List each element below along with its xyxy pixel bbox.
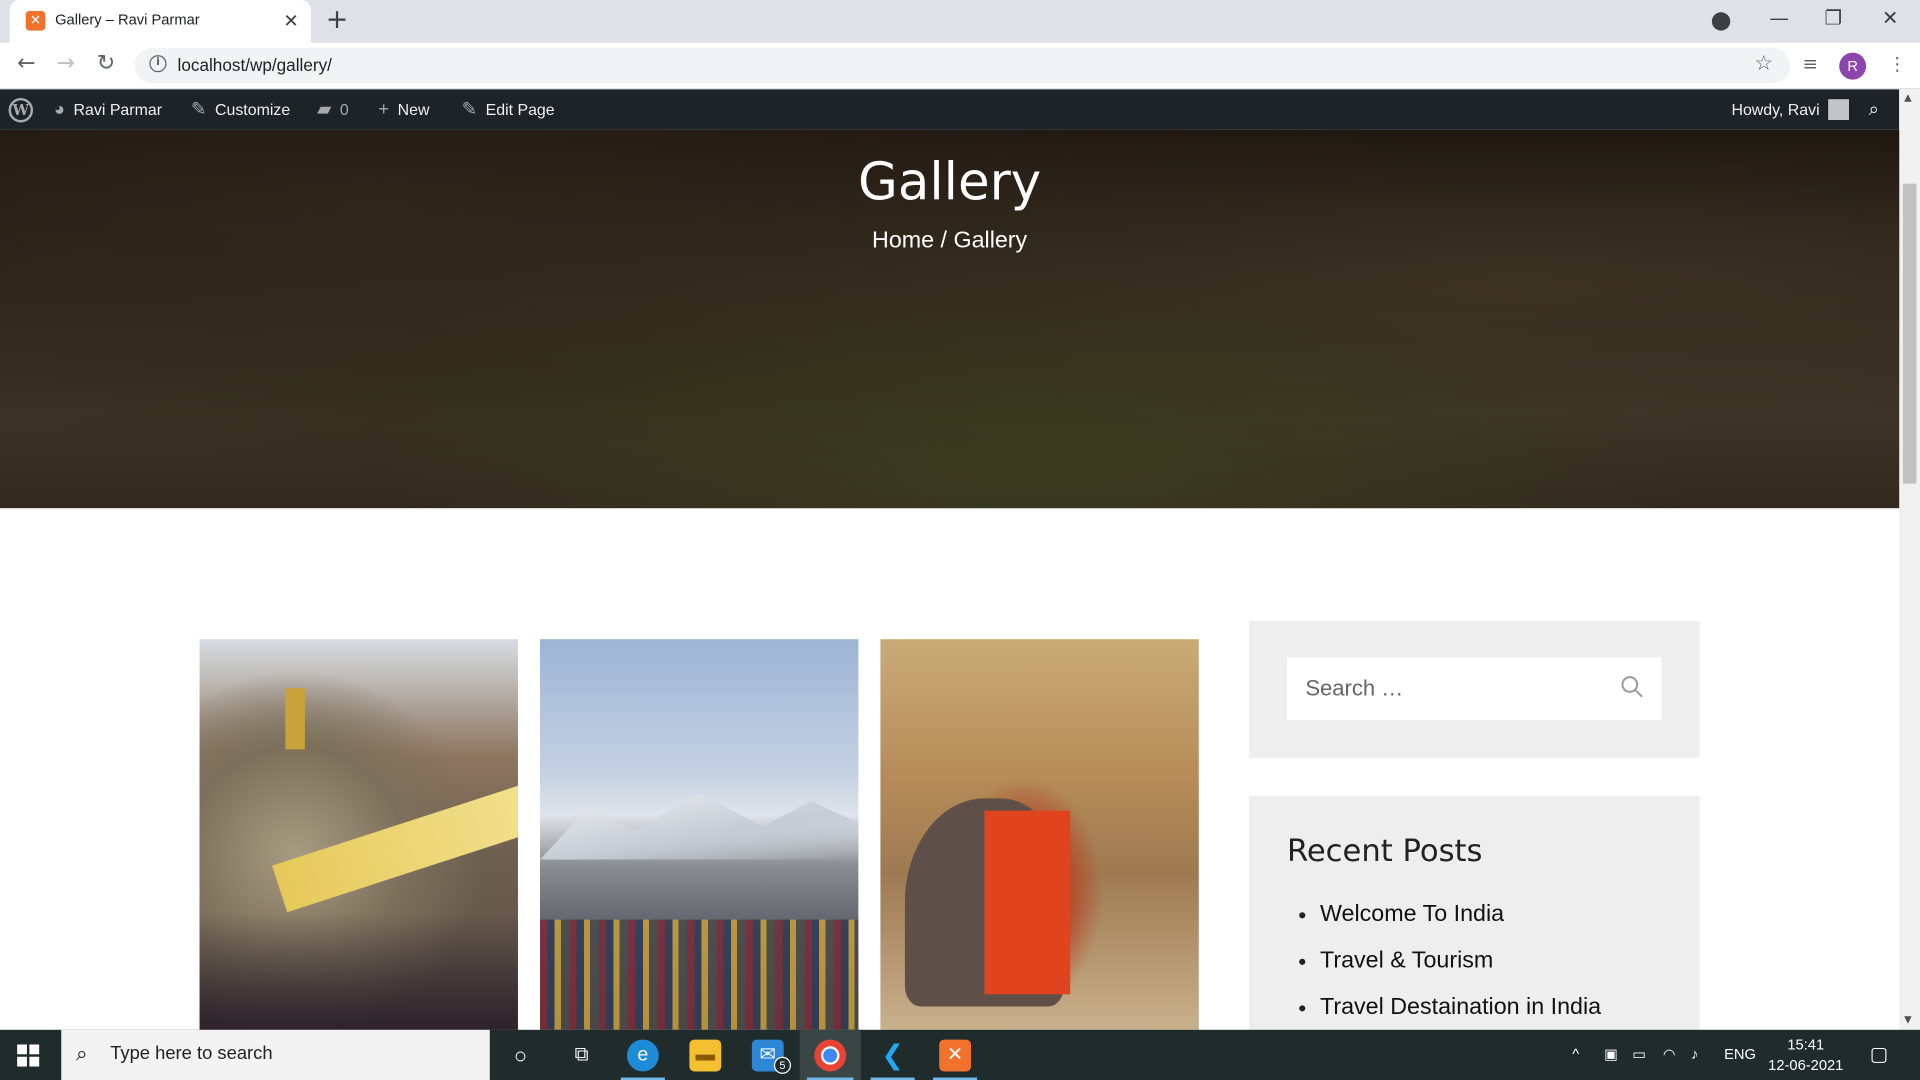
tab-search-icon[interactable]: [1711, 12, 1731, 31]
crowd: [540, 919, 859, 1030]
temple-spire: [285, 688, 305, 750]
xampp-favicon-icon: ✕: [25, 11, 46, 31]
vscode-icon[interactable]: ❮: [877, 1040, 909, 1072]
gallery-image-temple[interactable]: [199, 639, 518, 1030]
new-content-link[interactable]: + New: [378, 89, 429, 129]
recent-posts-list: Welcome To India Travel & Tourism Travel…: [1320, 901, 1601, 1041]
mail-badge: 5: [773, 1056, 792, 1074]
elephant-cloth: [984, 810, 1071, 995]
menu-kebab-icon[interactable]: ⋮: [1888, 53, 1906, 75]
reading-list-icon[interactable]: ≡: [1802, 53, 1817, 75]
list-item: Travel & Tourism: [1320, 948, 1601, 975]
site-name: Ravi Parmar: [73, 100, 163, 119]
recent-post-link[interactable]: Welcome To India: [1320, 901, 1504, 927]
comments-count: 0: [339, 100, 349, 119]
list-item: Welcome To India: [1320, 901, 1601, 928]
notifications-icon[interactable]: ▢: [1870, 1042, 1889, 1066]
new-tab-button[interactable]: +: [326, 5, 349, 36]
browser-tab[interactable]: ✕ Gallery – Ravi Parmar ✕: [9, 0, 312, 43]
restore-button[interactable]: ❐: [1825, 6, 1843, 29]
dashboard-icon: ◕: [53, 99, 65, 121]
tab-close-icon[interactable]: ✕: [283, 10, 298, 32]
gallery-image-elephants[interactable]: [880, 639, 1199, 1030]
recent-post-link[interactable]: Travel Destaination in India: [1320, 994, 1601, 1020]
user-avatar: [1828, 99, 1850, 121]
scroll-thumb[interactable]: [1902, 183, 1917, 484]
gallery-image-mountain-crowd[interactable]: [540, 639, 859, 1030]
clock-time: 15:41: [1787, 1035, 1825, 1054]
language-indicator[interactable]: ENG: [1724, 1046, 1756, 1063]
reload-icon[interactable]: ↻: [97, 50, 115, 76]
forward-arrow-icon[interactable]: →: [56, 50, 74, 76]
scroll-down-arrow-icon[interactable]: ▼: [1904, 1014, 1912, 1025]
recent-posts-widget: Recent Posts Welcome To India Travel & T…: [1248, 795, 1700, 1041]
taskbar-search-box[interactable]: ⌕ Type here to search: [61, 1029, 490, 1080]
wp-admin-bar: W ◕ Ravi Parmar ✎ Customize ▰ 0 + New ✎ …: [0, 89, 1900, 130]
back-arrow-icon[interactable]: ←: [17, 50, 35, 76]
breadcrumb-separator: /: [940, 227, 948, 254]
cortana-icon[interactable]: ○: [504, 1040, 536, 1072]
wp-logo-icon[interactable]: W: [8, 89, 34, 129]
windows-taskbar: ⌕ Type here to search ○ ⧉ e ▬ ✉ 5 ❮ ✕ ^ …: [0, 1029, 1920, 1080]
pencil-icon: ✎: [461, 99, 478, 121]
edit-page-link[interactable]: ✎ Edit Page: [462, 89, 555, 129]
chrome-icon[interactable]: [814, 1039, 847, 1072]
page-hero-banner: Gallery Home / Gallery: [0, 129, 1900, 509]
search-icon[interactable]: [1620, 675, 1644, 699]
list-item: Travel Destaination in India: [1320, 994, 1601, 1021]
close-window-button[interactable]: ✕: [1882, 6, 1898, 29]
site-name-link[interactable]: ◕ Ravi Parmar: [54, 89, 162, 129]
taskbar-clock[interactable]: 15:41 12-06-2021: [1768, 1035, 1843, 1077]
tray-chevron-icon[interactable]: ^: [1572, 1046, 1579, 1063]
meet-now-icon[interactable]: ▣: [1604, 1046, 1618, 1063]
url-text[interactable]: localhost/wp/gallery/: [178, 55, 332, 75]
bookmark-star-icon[interactable]: ☆: [1754, 51, 1773, 75]
customize-link[interactable]: ✎ Customize: [191, 89, 290, 129]
clock-date: 12-06-2021: [1768, 1056, 1844, 1074]
snow-mountains: [540, 793, 859, 860]
volume-icon[interactable]: ♪: [1691, 1046, 1698, 1063]
windows-start-icon[interactable]: [17, 1044, 40, 1067]
brush-icon: ✎: [191, 99, 207, 121]
temple-roof: [272, 782, 518, 913]
edit-page-label: Edit Page: [485, 100, 555, 119]
howdy-label: Howdy, Ravi: [1731, 100, 1820, 119]
plus-icon: +: [378, 99, 390, 121]
page-scrollbar[interactable]: ▲ ▼: [1899, 89, 1920, 1030]
breadcrumb-current: Gallery: [953, 227, 1028, 254]
page-title: Gallery: [858, 151, 1042, 212]
breadcrumb: Home / Gallery: [0, 228, 1899, 255]
minimize-button[interactable]: —: [1769, 6, 1789, 29]
recent-posts-title: Recent Posts: [1286, 832, 1483, 869]
search-icon: ⌕: [75, 1042, 88, 1066]
search-form: [1286, 657, 1662, 721]
address-bar[interactable]: i localhost/wp/gallery/ ☆: [134, 47, 1791, 84]
browser-toolbar: ← → ↻ i localhost/wp/gallery/ ☆ ≡ R ⋮: [0, 42, 1920, 90]
xampp-icon[interactable]: ✕: [939, 1039, 972, 1072]
admin-search-icon[interactable]: ⌕: [1869, 89, 1879, 129]
customize-label: Customize: [214, 100, 291, 119]
comments-link[interactable]: ▰ 0: [317, 89, 349, 129]
profile-avatar[interactable]: R: [1839, 52, 1867, 80]
edge-icon[interactable]: e: [626, 1039, 659, 1072]
scroll-up-arrow-icon[interactable]: ▲: [1904, 92, 1912, 103]
sidebar-search-input[interactable]: [1286, 657, 1606, 721]
howdy-account-link[interactable]: Howdy, Ravi: [1731, 89, 1850, 129]
task-view-icon[interactable]: ⧉: [566, 1040, 598, 1072]
new-label: New: [397, 100, 430, 119]
battery-icon[interactable]: ▭: [1632, 1046, 1646, 1063]
recent-post-link[interactable]: Travel & Tourism: [1320, 948, 1493, 974]
search-widget: [1248, 620, 1700, 758]
taskbar-search-placeholder: Type here to search: [110, 1043, 273, 1065]
comment-bubble-icon: ▰: [317, 99, 332, 121]
tab-title: Gallery – Ravi Parmar: [55, 11, 200, 29]
info-icon[interactable]: i: [149, 55, 167, 73]
file-explorer-icon[interactable]: ▬: [689, 1039, 722, 1072]
breadcrumb-home-link[interactable]: Home: [872, 228, 934, 254]
wifi-icon[interactable]: ◠: [1663, 1046, 1676, 1063]
browser-tab-strip: ✕ Gallery – Ravi Parmar ✕ + — ❐ ✕: [0, 0, 1920, 43]
